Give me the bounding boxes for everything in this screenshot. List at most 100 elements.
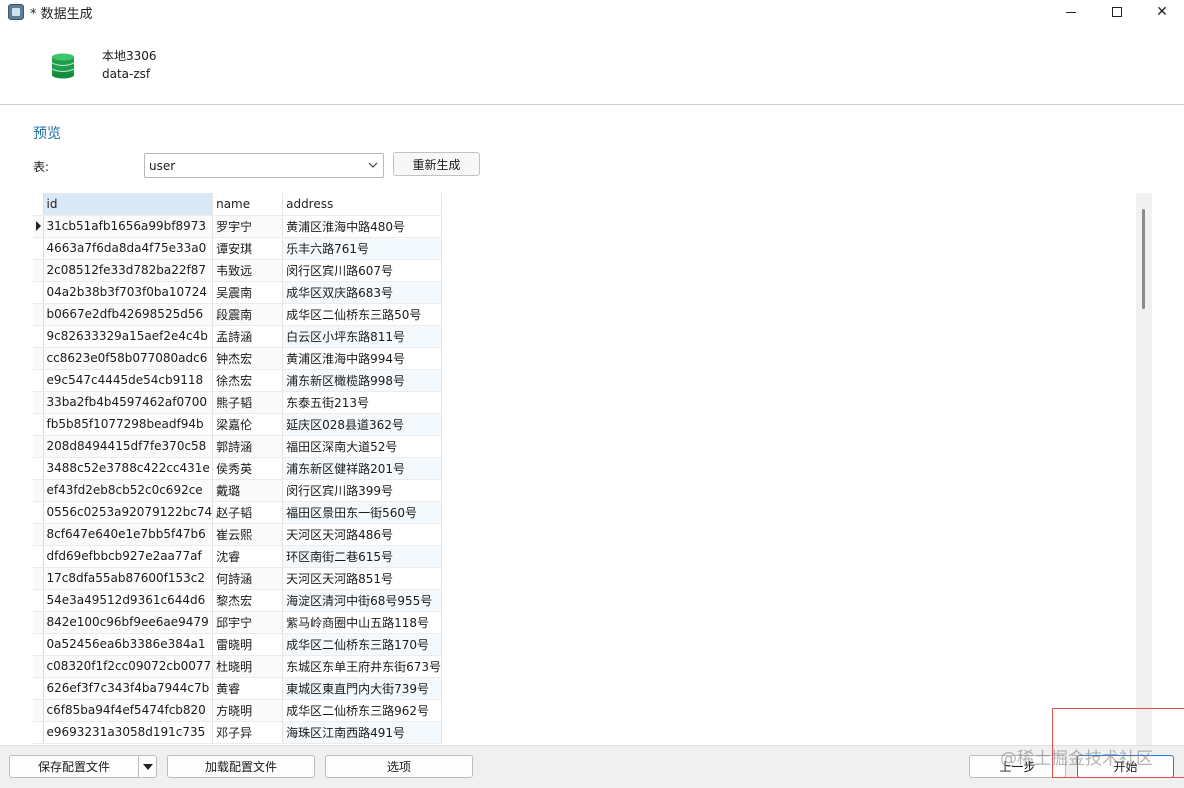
cell-id[interactable]: cc8623e0f58b077080adc6 — [43, 347, 214, 370]
row-indicator[interactable] — [33, 347, 44, 370]
cell-id[interactable]: 31cb51afb1656a99bf8973 — [43, 215, 214, 238]
save-config-dropdown[interactable] — [139, 755, 157, 778]
cell-address[interactable]: 紫马岭商圈中山五路118号 — [282, 611, 442, 634]
cell-address[interactable]: 闵行区宾川路399号 — [282, 479, 442, 502]
cell-name[interactable]: 梁嘉伦 — [212, 413, 284, 436]
column-header-id[interactable]: id — [43, 193, 214, 216]
table-row[interactable]: cc8623e0f58b077080adc6 钟杰宏 黄浦区淮海中路994号 — [33, 347, 442, 370]
table-row[interactable]: b0667e2dfb42698525d56 段震南 成华区二仙桥东三路50号 — [33, 303, 442, 326]
column-header-name[interactable]: name — [212, 193, 284, 216]
cell-name[interactable]: 方晓明 — [212, 699, 284, 722]
cell-address[interactable]: 成华区二仙桥东三路962号 — [282, 699, 442, 722]
cell-id[interactable]: 208d8494415df7fe370c58 — [43, 435, 214, 458]
cell-address[interactable]: 乐丰六路761号 — [282, 237, 442, 260]
row-indicator[interactable] — [33, 501, 44, 524]
cell-address[interactable]: 浦东新区橄榄路998号 — [282, 369, 442, 392]
row-indicator[interactable] — [33, 699, 44, 722]
cell-name[interactable]: 杜晓明 — [212, 655, 284, 678]
cell-name[interactable]: 谭安琪 — [212, 237, 284, 260]
cell-name[interactable]: 崔云熙 — [212, 523, 284, 546]
cell-id[interactable]: fb5b85f1077298beadf94b — [43, 413, 214, 436]
table-row[interactable]: c6f85ba94f4ef5474fcb820 方晓明 成华区二仙桥东三路962号 — [33, 699, 442, 722]
table-row[interactable]: 842e100c96bf9ee6ae9479 邱宇宁 紫马岭商圈中山五路118号 — [33, 611, 442, 634]
table-row[interactable]: 2c08512fe33d782ba22f87 韦致远 闵行区宾川路607号 — [33, 259, 442, 282]
cell-address[interactable]: 白云区小坪东路811号 — [282, 325, 442, 348]
cell-id[interactable]: 4663a7f6da8da4f75e33a0 — [43, 237, 214, 260]
cell-name[interactable]: 邱宇宁 — [212, 611, 284, 634]
cell-id[interactable]: b0667e2dfb42698525d56 — [43, 303, 214, 326]
table-select[interactable]: user — [144, 153, 384, 178]
cell-id[interactable]: 04a2b38b3f703f0ba10724 — [43, 281, 214, 304]
cell-address[interactable]: 成华区双庆路683号 — [282, 281, 442, 304]
cell-name[interactable]: 郭詩涵 — [212, 435, 284, 458]
row-indicator[interactable] — [33, 479, 44, 502]
row-indicator[interactable] — [33, 457, 44, 480]
close-button[interactable]: ✕ — [1139, 0, 1184, 24]
cell-address[interactable]: 天河区天河路851号 — [282, 567, 442, 590]
cell-address[interactable]: 東城区東直門内大街739号 — [282, 677, 442, 700]
cell-id[interactable]: c08320f1f2cc09072cb0077 — [43, 655, 214, 678]
row-indicator[interactable] — [33, 369, 44, 392]
save-config-button[interactable]: 保存配置文件 — [9, 755, 139, 778]
maximize-button[interactable] — [1094, 0, 1140, 24]
cell-id[interactable]: ef43fd2eb8cb52c0c692ce — [43, 479, 214, 502]
data-grid[interactable]: id name address 31cb51afb1656a99bf8973 罗宇… — [33, 193, 1152, 745]
cell-name[interactable]: 沈睿 — [212, 545, 284, 568]
cell-address[interactable]: 天河区天河路486号 — [282, 523, 442, 546]
cell-id[interactable]: 33ba2fb4b4597462af0700 — [43, 391, 214, 414]
cell-id[interactable]: e9c547c4445de54cb9118 — [43, 369, 214, 392]
row-indicator[interactable] — [33, 435, 44, 458]
row-indicator[interactable] — [33, 413, 44, 436]
row-indicator[interactable] — [33, 237, 44, 260]
cell-id[interactable]: 626ef3f7c343f4ba7944c7b — [43, 677, 214, 700]
cell-name[interactable]: 黄睿 — [212, 677, 284, 700]
cell-name[interactable]: 段震南 — [212, 303, 284, 326]
table-row[interactable]: 0a52456ea6b3386e384a1 雷晓明 成华区二仙桥东三路170号 — [33, 633, 442, 656]
table-row[interactable]: 04a2b38b3f703f0ba10724 吴震南 成华区双庆路683号 — [33, 281, 442, 304]
row-indicator[interactable] — [33, 633, 44, 656]
cell-name[interactable]: 韦致远 — [212, 259, 284, 282]
cell-address[interactable]: 海淀区清河中街68号955号 — [282, 589, 442, 612]
row-indicator[interactable] — [33, 677, 44, 700]
options-button[interactable]: 选项 — [325, 755, 473, 778]
cell-address[interactable]: 东城区东单王府井东街673号 — [282, 655, 442, 678]
table-row[interactable]: 54e3a49512d9361c644d6 黎杰宏 海淀区清河中街68号955号 — [33, 589, 442, 612]
column-header-address[interactable]: address — [282, 193, 442, 216]
cell-id[interactable]: 842e100c96bf9ee6ae9479 — [43, 611, 214, 634]
minimize-button[interactable] — [1048, 0, 1094, 24]
cell-name[interactable]: 邓子异 — [212, 721, 284, 744]
cell-address[interactable]: 黄浦区淮海中路994号 — [282, 347, 442, 370]
table-row[interactable]: 626ef3f7c343f4ba7944c7b 黄睿 東城区東直門内大街739号 — [33, 677, 442, 700]
cell-id[interactable]: c6f85ba94f4ef5474fcb820 — [43, 699, 214, 722]
cell-id[interactable]: 2c08512fe33d782ba22f87 — [43, 259, 214, 282]
table-row[interactable]: 4663a7f6da8da4f75e33a0 谭安琪 乐丰六路761号 — [33, 237, 442, 260]
table-row[interactable]: 31cb51afb1656a99bf8973 罗宇宁 黄浦区淮海中路480号 — [33, 215, 442, 238]
cell-address[interactable]: 闵行区宾川路607号 — [282, 259, 442, 282]
cell-name[interactable]: 何詩涵 — [212, 567, 284, 590]
table-row[interactable]: 208d8494415df7fe370c58 郭詩涵 福田区深南大道52号 — [33, 435, 442, 458]
cell-name[interactable]: 徐杰宏 — [212, 369, 284, 392]
cell-id[interactable]: 17c8dfa55ab87600f153c2 — [43, 567, 214, 590]
cell-id[interactable]: 0a52456ea6b3386e384a1 — [43, 633, 214, 656]
table-row[interactable]: 0556c0253a92079122bc74 赵子韬 福田区景田东一街560号 — [33, 501, 442, 524]
table-row[interactable]: 17c8dfa55ab87600f153c2 何詩涵 天河区天河路851号 — [33, 567, 442, 590]
row-indicator[interactable] — [33, 215, 44, 238]
cell-address[interactable]: 黄浦区淮海中路480号 — [282, 215, 442, 238]
row-indicator[interactable] — [33, 545, 44, 568]
cell-address[interactable]: 福田区景田东一街560号 — [282, 501, 442, 524]
vertical-scrollbar[interactable] — [1136, 193, 1152, 745]
table-row[interactable]: dfd69efbbcb927e2aa77af 沈睿 环区南街二巷615号 — [33, 545, 442, 568]
regenerate-button[interactable]: 重新生成 — [393, 152, 480, 176]
cell-address[interactable]: 环区南街二巷615号 — [282, 545, 442, 568]
table-row[interactable]: 3488c52e3788c422cc431e 侯秀英 浦东新区健祥路201号 — [33, 457, 442, 480]
cell-name[interactable]: 孟詩涵 — [212, 325, 284, 348]
table-row[interactable]: 33ba2fb4b4597462af0700 熊子韬 东泰五街213号 — [33, 391, 442, 414]
cell-name[interactable]: 赵子韬 — [212, 501, 284, 524]
table-row[interactable]: e9693231a3058d191c735 邓子异 海珠区江南西路491号 — [33, 721, 442, 744]
cell-id[interactable]: 0556c0253a92079122bc74 — [43, 501, 214, 524]
row-indicator[interactable] — [33, 589, 44, 612]
table-row[interactable]: 9c82633329a15aef2e4c4b 孟詩涵 白云区小坪东路811号 — [33, 325, 442, 348]
cell-id[interactable]: 8cf647e640e1e7bb5f47b6 — [43, 523, 214, 546]
table-row[interactable]: e9c547c4445de54cb9118 徐杰宏 浦东新区橄榄路998号 — [33, 369, 442, 392]
cell-name[interactable]: 钟杰宏 — [212, 347, 284, 370]
